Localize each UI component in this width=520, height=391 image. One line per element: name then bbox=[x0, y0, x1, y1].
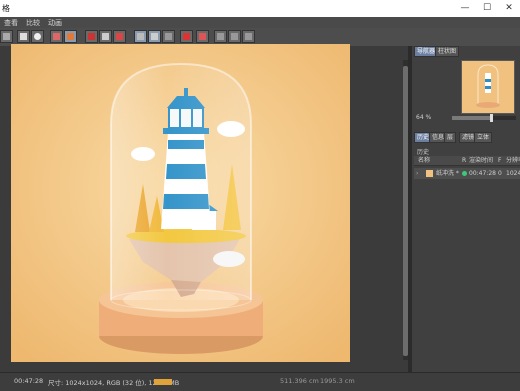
column-resolution: 分辨率 bbox=[506, 157, 520, 164]
render-icon[interactable] bbox=[50, 30, 63, 43]
menu-item-view[interactable]: 查看 bbox=[4, 18, 18, 28]
status-mem: 511.396 cm bbox=[280, 377, 319, 385]
column-name: 名称 bbox=[418, 157, 431, 164]
column-render-time: 渲染时间 bbox=[469, 157, 494, 164]
status-bar: 00:47:28 尺寸: 1024x1024, RGB (32 位), 12.0… bbox=[0, 372, 520, 391]
compare-icon[interactable] bbox=[162, 30, 175, 43]
b-icon[interactable] bbox=[196, 30, 209, 43]
toolbar-button[interactable] bbox=[0, 30, 13, 43]
zoom-slider[interactable] bbox=[452, 114, 516, 122]
split-icon[interactable] bbox=[148, 30, 161, 43]
zoom-control: 64 % bbox=[414, 114, 518, 122]
subtab-bar: 历史 信息 层 滤镜 立体 bbox=[414, 132, 520, 143]
title-bar: 格 — ☐ ✕ bbox=[0, 0, 520, 17]
tab-histogram[interactable]: 柱状图 bbox=[435, 46, 460, 57]
render-thumbnail-icon bbox=[426, 170, 433, 177]
history-label: 历史 bbox=[417, 149, 430, 156]
navigator-preview bbox=[462, 61, 514, 113]
channel-icon[interactable] bbox=[242, 30, 255, 43]
expand-icon[interactable]: › bbox=[416, 168, 418, 179]
a-icon[interactable] bbox=[180, 30, 193, 43]
save-icon[interactable] bbox=[17, 30, 30, 43]
column-r: R bbox=[462, 157, 467, 164]
flip-icon[interactable] bbox=[214, 30, 227, 43]
zoom-icon[interactable] bbox=[31, 30, 44, 43]
menu-item-compare[interactable]: 比较 bbox=[26, 18, 40, 28]
tab-layers[interactable]: 层 bbox=[444, 132, 457, 143]
row-name: 纸冲洗 * bbox=[436, 170, 459, 177]
window-title: 格 bbox=[2, 4, 10, 13]
zoom-value: 64 % bbox=[416, 114, 432, 121]
status-dot-icon bbox=[462, 171, 467, 176]
zoom-slider-handle[interactable] bbox=[490, 114, 493, 122]
export-icon[interactable] bbox=[99, 30, 112, 43]
row-resolution: 1024 bbox=[506, 170, 520, 177]
row-frame: 0 bbox=[498, 170, 502, 177]
region-icon[interactable] bbox=[113, 30, 126, 43]
history-header: 名称 R 渲染时间 F 分辨率 bbox=[414, 156, 520, 166]
navigator-thumbnail[interactable] bbox=[461, 60, 515, 114]
column-frame: F bbox=[498, 157, 502, 164]
tab-stereo[interactable]: 立体 bbox=[474, 132, 493, 143]
status-time: 00:47:28 bbox=[14, 377, 44, 385]
minimize-icon[interactable]: — bbox=[454, 0, 476, 17]
status-mem2: 1995.3 cm bbox=[320, 377, 355, 385]
render-image bbox=[11, 44, 350, 362]
maximize-icon[interactable]: ☐ bbox=[476, 0, 498, 17]
image-icon[interactable] bbox=[85, 30, 98, 43]
close-icon[interactable]: ✕ bbox=[498, 0, 520, 17]
grid-icon[interactable] bbox=[134, 30, 147, 43]
row-render-time: 00:47:28 bbox=[469, 170, 496, 177]
history-table: 名称 R 渲染时间 F 分辨率 › 纸冲洗 * 00:47:28 0 1024 bbox=[414, 156, 520, 179]
render-active-icon[interactable] bbox=[64, 30, 77, 43]
swap-icon[interactable] bbox=[228, 30, 241, 43]
progress-bar bbox=[154, 379, 172, 385]
side-panel: 导航器 柱状图 64 % 历史 信息 层 滤镜 立体 历史 名称 R 渲染时间 … bbox=[412, 46, 520, 372]
menu-item-animation[interactable]: 动画 bbox=[48, 18, 62, 28]
table-row[interactable]: › 纸冲洗 * 00:47:28 0 1024 bbox=[414, 168, 520, 179]
lighthouse-render bbox=[11, 44, 350, 362]
